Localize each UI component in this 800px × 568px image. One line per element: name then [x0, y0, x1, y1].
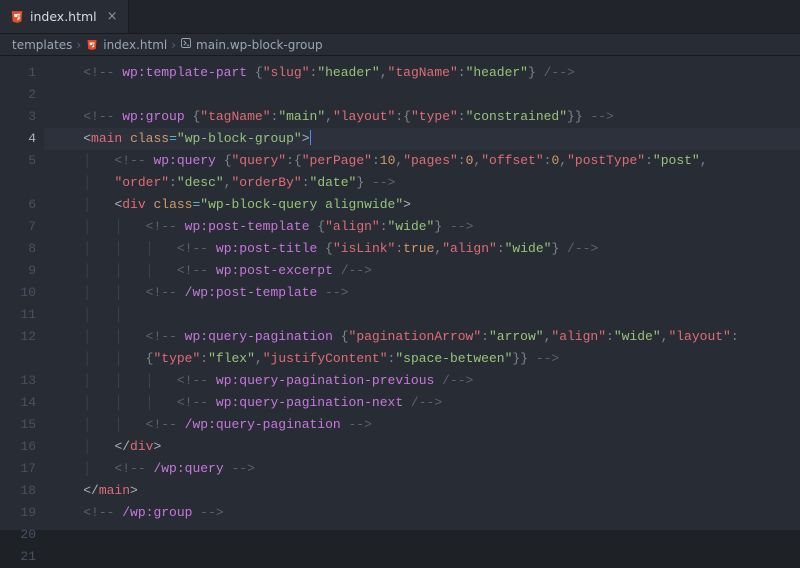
code-editor[interactable]: 12345.6789101112.131415161718192021 <!--… — [0, 56, 800, 530]
tab-bar: index.html × — [0, 0, 800, 34]
breadcrumb-symbol[interactable]: main.wp-block-group — [196, 38, 323, 52]
code-area[interactable]: <!-- wp:template-part {"slug":"header","… — [44, 56, 800, 530]
tab-filename: index.html — [30, 9, 97, 24]
symbol-icon — [180, 37, 192, 52]
breadcrumb-file[interactable]: index.html — [103, 38, 167, 52]
breadcrumb-folder[interactable]: templates — [12, 38, 72, 52]
chevron-right-icon: › — [171, 38, 176, 52]
close-icon[interactable]: × — [103, 9, 118, 24]
breadcrumb[interactable]: templates › index.html › main.wp-block-g… — [0, 34, 800, 56]
html5-icon — [85, 38, 99, 52]
line-number-gutter: 12345.6789101112.131415161718192021 — [0, 56, 44, 530]
tab-index-html[interactable]: index.html × — [0, 0, 129, 33]
chevron-right-icon: › — [76, 38, 81, 52]
html5-icon — [10, 10, 24, 24]
